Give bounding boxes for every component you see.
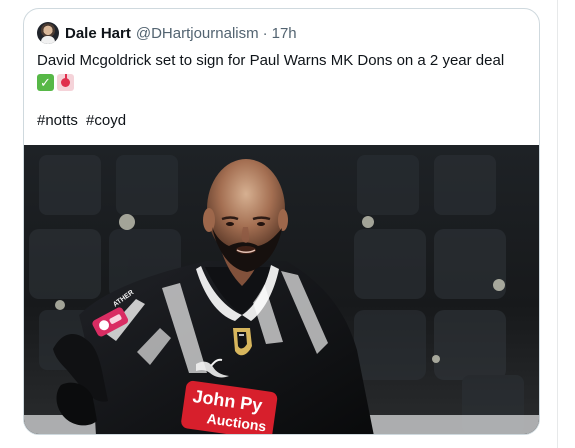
tweet-time[interactable]: 17h: [272, 25, 297, 42]
tweet-text: David Mcgoldrick set to sign for Paul Wa…: [37, 52, 505, 69]
hashtag-notts[interactable]: #notts: [37, 112, 78, 129]
football-player-photo: John Py Auctions ATHER: [24, 145, 539, 434]
author-handle[interactable]: @DHartjournalism: [136, 25, 259, 42]
hashtag-coyd[interactable]: #coyd: [86, 112, 126, 129]
left-ear: [203, 208, 215, 232]
tweet-body: David Mcgoldrick set to sign for Paul Wa…: [37, 51, 527, 131]
author-name[interactable]: Dale Hart: [65, 25, 131, 42]
siren-emoji-icon: [57, 74, 74, 91]
right-ear: [278, 209, 288, 231]
avatar-shirt-shape: [41, 36, 55, 44]
timeline-frame: Dale Hart @DHartjournalism · 17h David M…: [0, 0, 575, 448]
timeline-divider: [557, 0, 558, 448]
header-separator: ·: [262, 24, 268, 42]
hashtag-row: #notts #coyd: [37, 111, 527, 131]
tweet-header: Dale Hart @DHartjournalism · 17h: [37, 21, 297, 45]
tweet-image[interactable]: John Py Auctions ATHER: [24, 145, 539, 434]
quoted-tweet-card[interactable]: Dale Hart @DHartjournalism · 17h David M…: [23, 8, 540, 435]
emoji-row: ✓: [37, 74, 527, 91]
check-mark-emoji-icon: ✓: [37, 74, 54, 91]
author-avatar[interactable]: [37, 22, 59, 44]
